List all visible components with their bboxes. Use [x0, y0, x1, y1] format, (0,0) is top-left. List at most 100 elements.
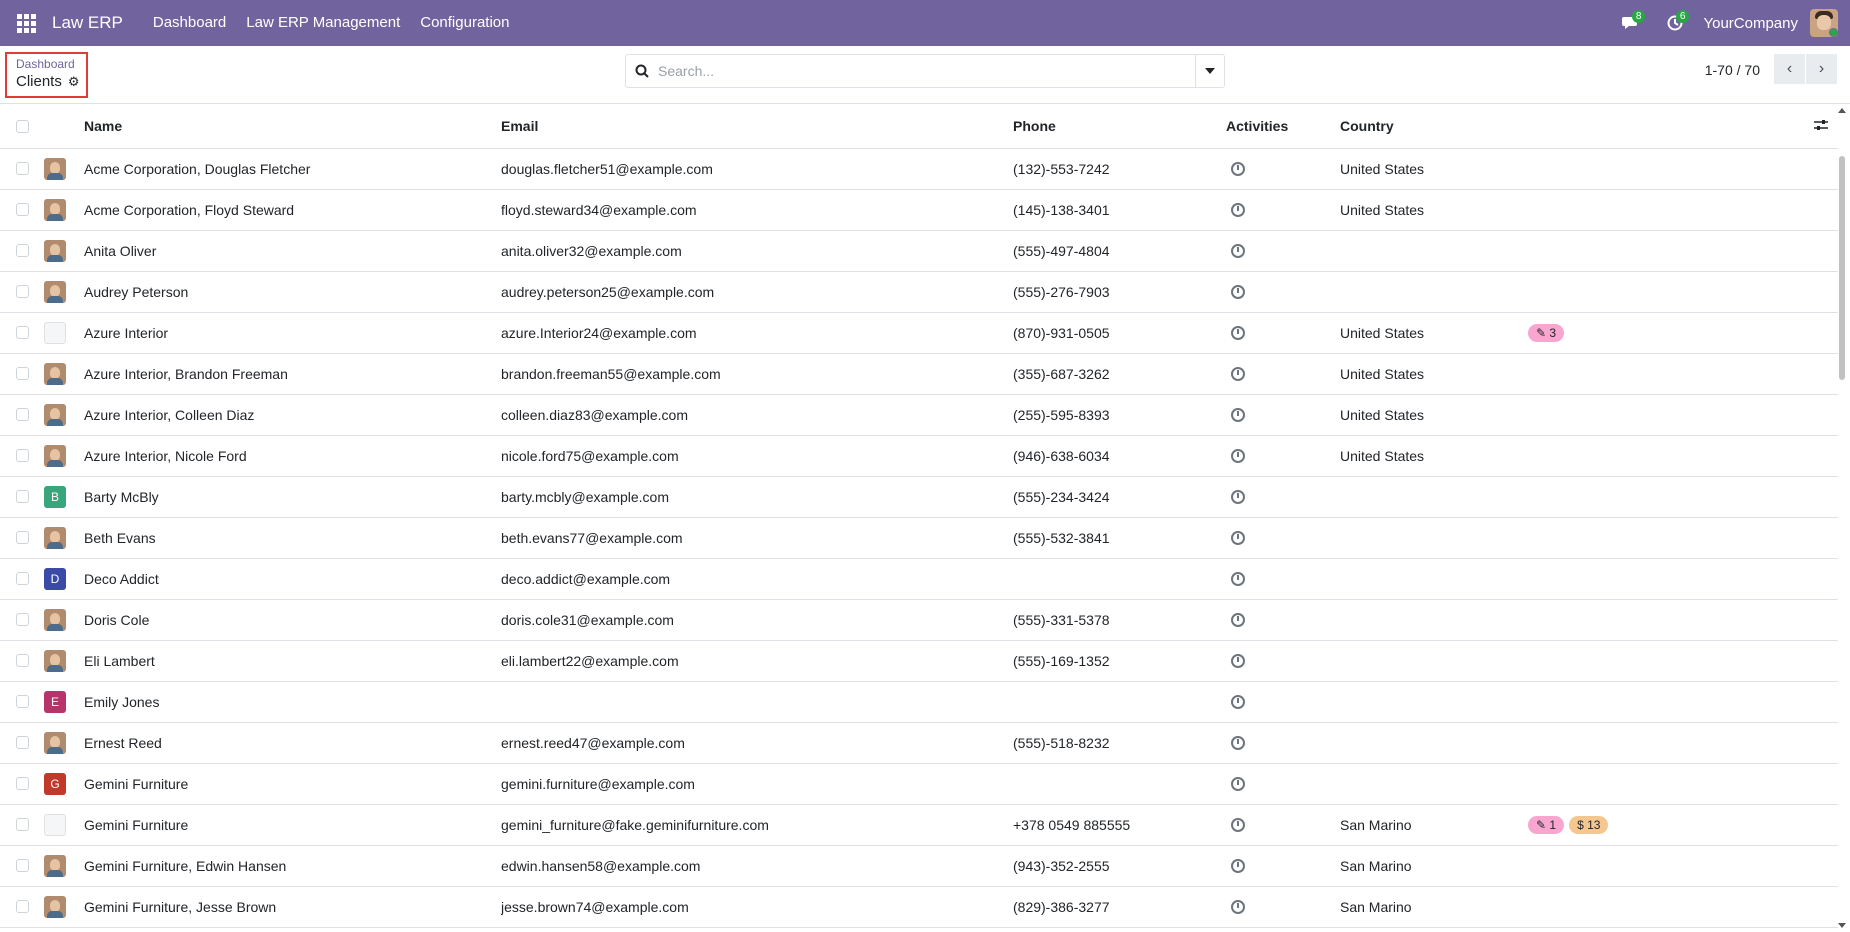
activity-clock-icon[interactable]	[1231, 899, 1245, 914]
pager-value[interactable]: 1-70 / 70	[1705, 62, 1760, 78]
online-status-dot	[1829, 28, 1838, 37]
control-panel: Dashboard Clients ⚙ 1-70 / 70 ‹ ›	[0, 46, 1850, 104]
table-row[interactable]: Gemini Furniture gemini_furniture@fake.g…	[0, 804, 1838, 846]
activities-button[interactable]: 6	[1653, 0, 1697, 46]
gear-icon[interactable]: ⚙	[68, 72, 80, 92]
apps-menu-icon[interactable]	[0, 0, 52, 46]
edit-icon: ✎	[1536, 325, 1547, 340]
cell-email: doris.cole31@example.com	[501, 599, 1013, 641]
row-checkbox[interactable]	[16, 326, 29, 339]
record-stat-badge[interactable]: $ 13	[1569, 815, 1609, 834]
table-row[interactable]: Acme Corporation, Douglas Fletcher dougl…	[0, 148, 1838, 190]
table-row[interactable]: Azure Interior azure.Interior24@example.…	[0, 312, 1838, 354]
table-row[interactable]: G Gemini Furniture gemini.furniture@exam…	[0, 763, 1838, 805]
activity-clock-icon[interactable]	[1231, 489, 1245, 504]
column-header-name[interactable]: Name	[84, 105, 501, 149]
app-brand[interactable]: Law ERP	[52, 13, 143, 33]
pager-previous-button[interactable]: ‹	[1774, 54, 1805, 84]
search-input[interactable]	[658, 55, 1195, 87]
select-all-checkbox[interactable]	[16, 119, 29, 133]
column-header-email[interactable]: Email	[501, 105, 1013, 149]
company-switcher[interactable]: YourCompany	[1697, 15, 1810, 32]
activity-clock-icon[interactable]	[1231, 571, 1245, 586]
activity-clock-icon[interactable]	[1231, 735, 1245, 750]
table-row[interactable]: Eli Lambert eli.lambert22@example.com (5…	[0, 640, 1838, 682]
row-checkbox[interactable]	[16, 285, 29, 298]
scroll-down-arrow-icon[interactable]	[1838, 923, 1846, 928]
activity-clock-icon[interactable]	[1231, 817, 1245, 832]
cell-phone: (555)-234-3424	[1013, 476, 1226, 518]
row-checkbox[interactable]	[16, 531, 29, 544]
row-checkbox[interactable]	[16, 162, 29, 175]
row-checkbox[interactable]	[16, 654, 29, 667]
table-row[interactable]: Azure Interior, Brandon Freeman brandon.…	[0, 353, 1838, 395]
row-checkbox[interactable]	[16, 695, 29, 708]
cell-phone	[1013, 681, 1226, 723]
messages-button[interactable]: 8	[1609, 0, 1653, 46]
activity-clock-icon[interactable]	[1231, 858, 1245, 873]
cell-email: barty.mcbly@example.com	[501, 476, 1013, 518]
table-row[interactable]: B Barty McBly barty.mcbly@example.com (5…	[0, 476, 1838, 518]
record-stat-badge[interactable]: ✎ 1	[1528, 815, 1565, 834]
menu-configuration[interactable]: Configuration	[410, 0, 519, 46]
column-header-phone[interactable]: Phone	[1013, 105, 1226, 149]
table-row[interactable]: Anita Oliver anita.oliver32@example.com …	[0, 230, 1838, 272]
cell-email: brandon.freeman55@example.com	[501, 353, 1013, 395]
table-row[interactable]: E Emily Jones	[0, 681, 1838, 723]
activity-clock-icon[interactable]	[1231, 612, 1245, 627]
scrollbar-thumb[interactable]	[1839, 156, 1845, 380]
cell-country	[1340, 558, 1528, 600]
activity-clock-icon[interactable]	[1231, 284, 1245, 299]
list-scrollbar[interactable]	[1838, 108, 1846, 930]
table-row[interactable]: Azure Interior, Nicole Ford nicole.ford7…	[0, 435, 1838, 477]
table-row[interactable]: Ernest Reed ernest.reed47@example.com (5…	[0, 722, 1838, 764]
menu-law-erp-management[interactable]: Law ERP Management	[236, 0, 410, 46]
table-row[interactable]: Audrey Peterson audrey.peterson25@exampl…	[0, 271, 1838, 313]
avatar	[44, 280, 66, 303]
table-row[interactable]: Beth Evans beth.evans77@example.com (555…	[0, 517, 1838, 559]
activity-clock-icon[interactable]	[1231, 325, 1245, 340]
menu-dashboard[interactable]: Dashboard	[143, 0, 236, 46]
row-checkbox[interactable]	[16, 490, 29, 503]
row-checkbox[interactable]	[16, 613, 29, 626]
row-checkbox[interactable]	[16, 408, 29, 421]
table-row[interactable]: Acme Corporation, Floyd Steward floyd.st…	[0, 189, 1838, 231]
row-checkbox[interactable]	[16, 900, 29, 913]
table-row[interactable]: Gemini Furniture, Edwin Hansen edwin.han…	[0, 845, 1838, 887]
row-checkbox[interactable]	[16, 736, 29, 749]
activity-clock-icon[interactable]	[1231, 530, 1245, 545]
row-checkbox[interactable]	[16, 203, 29, 216]
activity-clock-icon[interactable]	[1231, 243, 1245, 258]
table-row[interactable]: Gemini Furniture, Jesse Brown jesse.brow…	[0, 886, 1838, 928]
table-row[interactable]: D Deco Addict deco.addict@example.com	[0, 558, 1838, 600]
top-navbar: Law ERP Dashboard Law ERP Management Con…	[0, 0, 1850, 46]
column-header-country[interactable]: Country	[1340, 105, 1528, 149]
activity-clock-icon[interactable]	[1231, 776, 1245, 791]
row-checkbox[interactable]	[16, 777, 29, 790]
record-stat-badge[interactable]: ✎ 3	[1528, 323, 1565, 342]
activity-clock-icon[interactable]	[1231, 161, 1245, 176]
activity-clock-icon[interactable]	[1231, 653, 1245, 668]
activity-clock-icon[interactable]	[1231, 202, 1245, 217]
pager-next-button[interactable]: ›	[1806, 54, 1837, 84]
table-row[interactable]: Azure Interior, Colleen Diaz colleen.dia…	[0, 394, 1838, 436]
activity-clock-icon[interactable]	[1231, 407, 1245, 422]
activity-clock-icon[interactable]	[1231, 448, 1245, 463]
column-header-activities[interactable]: Activities	[1226, 105, 1340, 149]
table-row[interactable]: Doris Cole doris.cole31@example.com (555…	[0, 599, 1838, 641]
breadcrumb-parent-link[interactable]: Dashboard	[16, 57, 77, 72]
search-options-toggle[interactable]	[1195, 55, 1224, 87]
search-bar	[625, 54, 1225, 88]
scroll-up-arrow-icon[interactable]	[1838, 108, 1846, 113]
row-checkbox[interactable]	[16, 244, 29, 257]
row-checkbox[interactable]	[16, 449, 29, 462]
row-checkbox[interactable]	[16, 818, 29, 831]
row-checkbox[interactable]	[16, 859, 29, 872]
cell-country	[1340, 271, 1528, 313]
activity-clock-icon[interactable]	[1231, 694, 1245, 709]
user-avatar[interactable]	[1810, 9, 1838, 37]
row-checkbox[interactable]	[16, 367, 29, 380]
row-checkbox[interactable]	[16, 572, 29, 585]
sliders-icon[interactable]	[1814, 119, 1828, 131]
activity-clock-icon[interactable]	[1231, 366, 1245, 381]
